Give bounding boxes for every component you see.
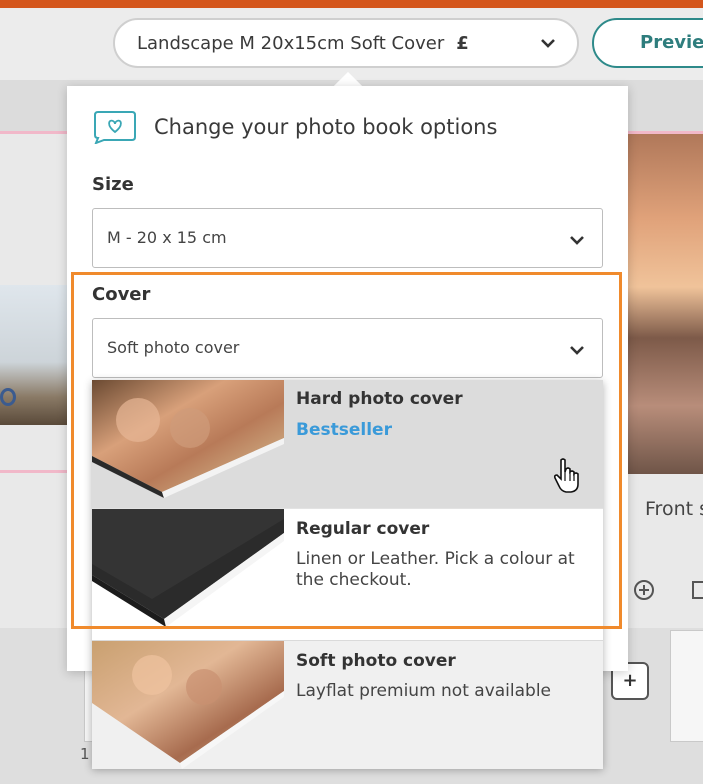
page-number: 1 xyxy=(80,745,90,763)
chevron-down-icon xyxy=(570,346,584,355)
cover-option-hard[interactable]: Hard photo cover Bestseller xyxy=(92,380,603,508)
bestseller-badge: Bestseller xyxy=(296,420,392,440)
option-description: Linen or Leather. Pick a colour at the c… xyxy=(296,549,575,590)
preview-button[interactable]: Preview xyxy=(592,18,703,68)
cover-label: Cover xyxy=(92,284,151,305)
size-select-value: M - 20 x 15 cm xyxy=(107,228,227,247)
option-title: Hard photo cover xyxy=(296,389,463,409)
zoom-in-icon[interactable] xyxy=(634,580,654,600)
hard-cover-photo xyxy=(92,380,284,508)
chevron-down-icon xyxy=(541,39,555,48)
cover-options-list: Hard photo cover Bestseller Regular cove… xyxy=(92,380,603,769)
cover-option-regular[interactable]: Regular cover Linen or Leather. Pick a c… xyxy=(92,508,603,754)
hand-cursor-icon xyxy=(553,458,579,493)
page-border-left xyxy=(0,131,68,134)
price-currency: £ xyxy=(456,32,469,54)
speech-bubble-heart-icon xyxy=(94,111,136,144)
regular-cover-photo xyxy=(92,509,284,641)
cover-select-value: Soft photo cover xyxy=(107,338,240,357)
cover-option-soft[interactable]: Soft photo cover Layflat premium not ava… xyxy=(92,640,603,769)
size-label: Size xyxy=(92,174,134,195)
front-cover-label: Front s xyxy=(645,498,703,520)
option-description: Layflat premium not available xyxy=(296,681,552,701)
fullscreen-icon[interactable] xyxy=(692,581,703,599)
cover-select[interactable]: Soft photo cover xyxy=(92,318,603,378)
soft-cover-photo xyxy=(92,641,284,769)
top-accent-stripe xyxy=(0,0,703,8)
panel-title: Change your photo book options xyxy=(154,115,498,139)
option-title: Regular cover xyxy=(296,519,430,539)
size-select[interactable]: M - 20 x 15 cm xyxy=(92,208,603,268)
page-thumbnail[interactable] xyxy=(670,630,703,742)
right-page-photo xyxy=(628,134,703,474)
chevron-down-icon xyxy=(570,236,584,245)
product-format-select[interactable]: Landscape M 20x15cm Soft Cover £ xyxy=(113,18,579,68)
page-border-bottom xyxy=(0,470,68,473)
panel-header: Change your photo book options xyxy=(92,110,497,144)
option-title: Soft photo cover xyxy=(296,651,456,671)
bicycle-icon xyxy=(0,388,16,406)
product-format-value: Landscape M 20x15cm Soft Cover xyxy=(137,32,445,54)
